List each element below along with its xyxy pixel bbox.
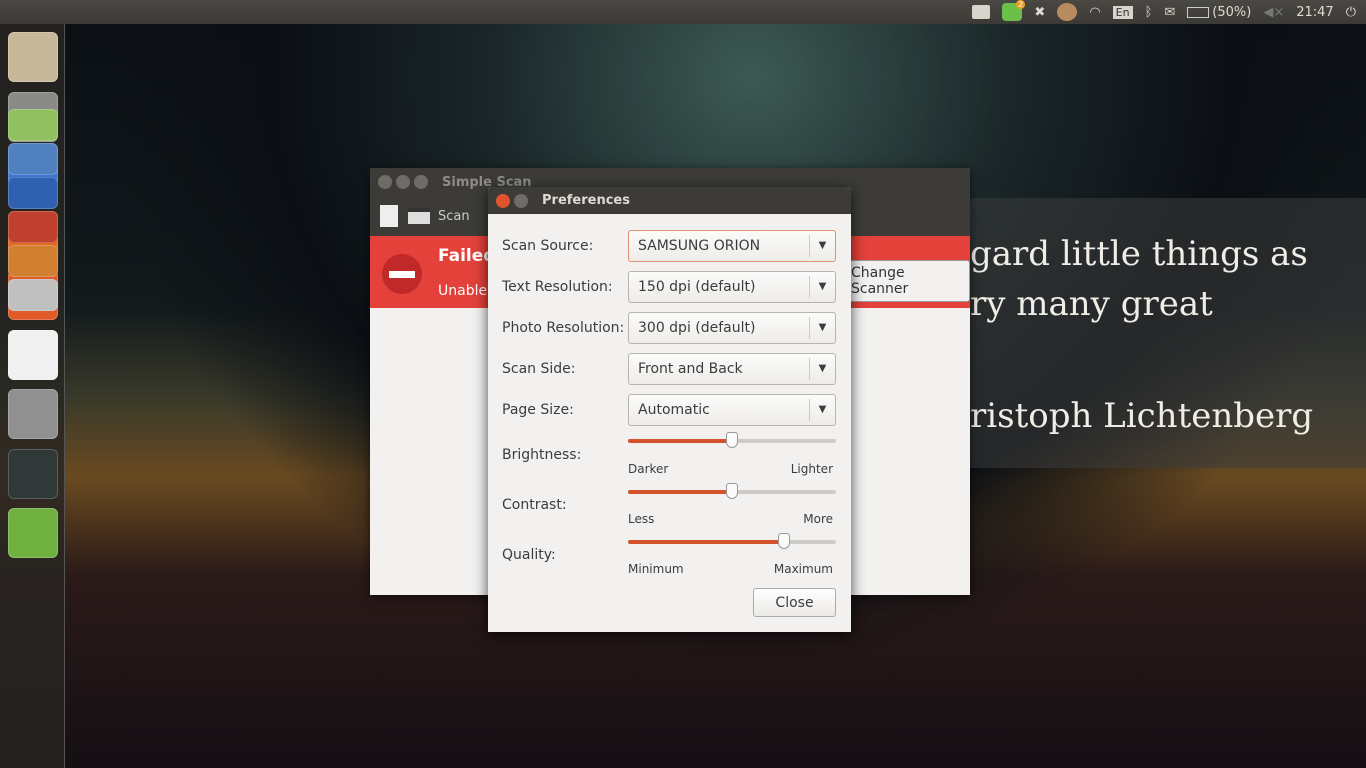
launcher-system-settings-icon[interactable]: [8, 389, 58, 439]
chevron-down-icon: ▼: [809, 399, 835, 421]
preferences-dialog: Preferences Scan Source: SAMSUNG ORION ▼ …: [488, 187, 851, 632]
chevron-down-icon: ▼: [809, 317, 835, 339]
brightness-label: Brightness:: [502, 447, 582, 463]
quality-label: Quality:: [502, 547, 556, 563]
quality-min-label: Minimum: [628, 562, 684, 576]
combo-value: Automatic: [638, 402, 710, 418]
error-title: Failed: [438, 246, 496, 266]
scan-side-label: Scan Side:: [502, 361, 576, 377]
scan-label: Scan: [438, 208, 470, 224]
chevron-down-icon: ▼: [809, 276, 835, 298]
contrast-label: Contrast:: [502, 497, 567, 513]
scan-source-combo[interactable]: SAMSUNG ORION ▼: [628, 230, 836, 262]
contrast-slider[interactable]: [628, 483, 836, 499]
quality-max-label: Maximum: [773, 562, 833, 576]
close-dialog-button[interactable]: Close: [753, 588, 836, 617]
close-button[interactable]: [378, 175, 392, 189]
launcher-app-d-icon[interactable]: [8, 244, 58, 277]
scanner-icon: [408, 208, 430, 224]
photo-resolution-combo[interactable]: 300 dpi (default) ▼: [628, 312, 836, 344]
contrast-min-label: Less: [628, 512, 655, 526]
page-size-label: Page Size:: [502, 402, 574, 418]
slider-handle[interactable]: [726, 432, 738, 448]
quality-slider[interactable]: [628, 533, 836, 549]
maximize-button[interactable]: [414, 175, 428, 189]
power-icon[interactable]: ⏻: [1346, 5, 1356, 20]
contrast-max-label: More: [803, 512, 833, 526]
battery-indicator[interactable]: (50%): [1187, 5, 1251, 20]
combo-value: SAMSUNG ORION: [638, 238, 761, 254]
new-document-icon[interactable]: [380, 205, 398, 227]
clock[interactable]: 21:47: [1296, 5, 1333, 20]
brightness-max-label: Lighter: [790, 462, 833, 476]
minimize-button[interactable]: [514, 193, 528, 208]
bluetooth-icon[interactable]: ᛒ: [1145, 5, 1153, 20]
pidgin-icon[interactable]: [1057, 3, 1078, 21]
chevron-down-icon: ▼: [809, 235, 835, 257]
notification-badge: 2: [1015, 0, 1026, 9]
chevron-down-icon: ▼: [809, 358, 835, 380]
launcher-app-b-icon[interactable]: [8, 142, 58, 175]
launcher-games-icon[interactable]: [8, 508, 58, 558]
launcher: [0, 24, 65, 768]
launcher-app-c-icon[interactable]: [8, 210, 58, 243]
error-text: Unable: [438, 283, 488, 299]
combo-value: 300 dpi (default): [638, 320, 756, 336]
quote-line: gard little things as: [970, 234, 1308, 274]
chat-icon[interactable]: 2: [1002, 0, 1026, 21]
brightness-slider[interactable]: [628, 432, 836, 448]
change-scanner-button[interactable]: Change Scanner: [842, 260, 970, 302]
volume-muted-icon[interactable]: ◀×: [1263, 5, 1284, 20]
brightness-min-label: Darker: [628, 462, 669, 476]
launcher-ubuntu-dash-icon[interactable]: [8, 32, 58, 82]
minimize-button[interactable]: [396, 175, 410, 189]
text-resolution-label: Text Resolution:: [502, 279, 613, 295]
mail-icon[interactable]: ✉: [1164, 5, 1175, 20]
dialog-title: Preferences: [542, 193, 630, 208]
slider-handle[interactable]: [726, 483, 738, 499]
launcher-photoshop-icon[interactable]: [8, 176, 58, 209]
combo-value: Front and Back: [638, 361, 743, 377]
screen-icon[interactable]: [972, 5, 991, 19]
quote-author: ristoph Lichtenberg: [970, 396, 1314, 436]
wifi-icon[interactable]: ◠: [1089, 5, 1100, 20]
battery-icon: [1187, 6, 1210, 18]
quote-line: ry many great: [970, 284, 1213, 324]
battery-text: (50%): [1212, 4, 1252, 20]
scan-button[interactable]: Scan: [408, 208, 470, 224]
slider-handle[interactable]: [778, 533, 790, 549]
combo-value: 150 dpi (default): [638, 279, 756, 295]
photo-resolution-label: Photo Resolution:: [502, 320, 625, 336]
launcher-libreoffice-icon[interactable]: [8, 329, 58, 380]
launcher-app-e-icon[interactable]: [8, 278, 58, 311]
launcher-app-a-icon[interactable]: [8, 108, 58, 141]
dropbox-icon[interactable]: ✖: [1034, 5, 1045, 20]
error-icon: [382, 254, 422, 294]
page-size-combo[interactable]: Automatic ▼: [628, 394, 836, 426]
close-button[interactable]: [496, 193, 510, 208]
scan-side-combo[interactable]: Front and Back ▼: [628, 353, 836, 385]
scan-source-label: Scan Source:: [502, 238, 594, 254]
top-panel: 2 ✖ ◠ En ᛒ ✉ (50%) ◀× 21:47 ⏻: [0, 0, 1366, 24]
launcher-system-monitor-icon[interactable]: [8, 448, 58, 499]
keyboard-layout[interactable]: En: [1112, 5, 1133, 19]
text-resolution-combo[interactable]: 150 dpi (default) ▼: [628, 271, 836, 303]
dialog-title-bar: Preferences: [488, 187, 851, 214]
